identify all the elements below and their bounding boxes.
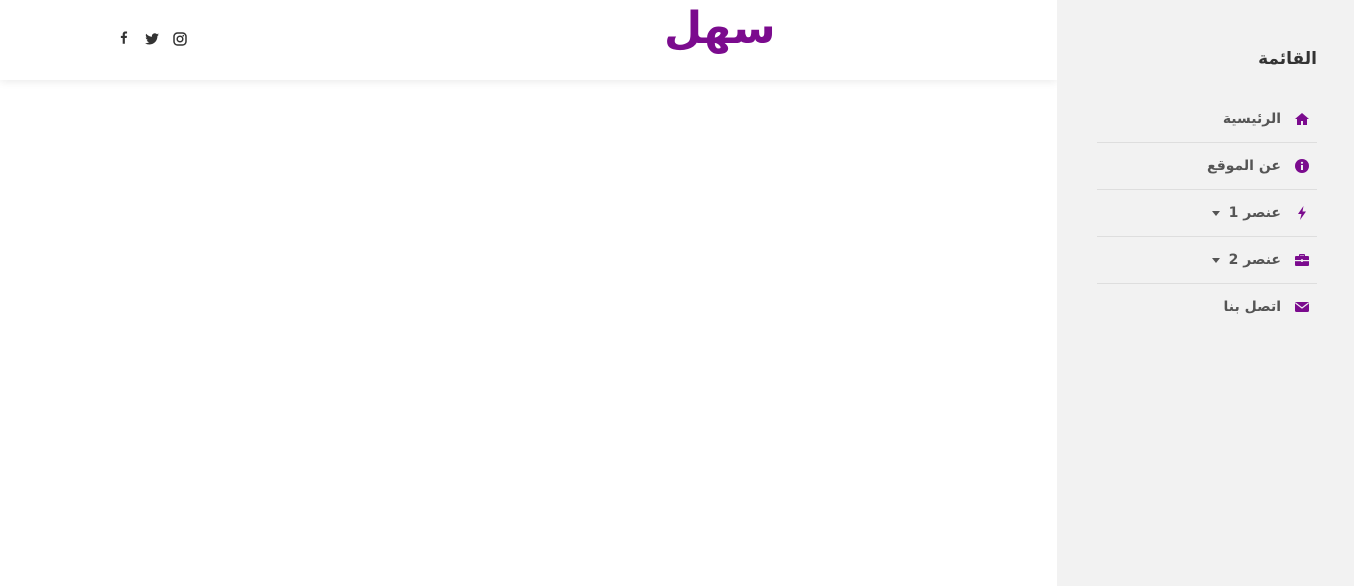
sidebar-item-element-2[interactable]: عنصر 2 [1097, 237, 1317, 284]
main-content: سهل [0, 0, 1057, 586]
top-header: سهل [0, 0, 1057, 80]
sidebar-item-home[interactable]: الرئيسية [1097, 96, 1317, 143]
sidebar-item-label: عنصر 1 [1228, 205, 1281, 221]
sidebar-item-label: الرئيسية [1222, 111, 1281, 127]
social-links [116, 31, 188, 47]
sidebar: القائمة الرئيسية عن الموقع عنصر 1 عنصر 2… [1057, 0, 1354, 586]
sidebar-item-label: عن الموقع [1207, 158, 1281, 174]
chevron-down-icon [1211, 257, 1220, 263]
facebook-icon[interactable] [116, 31, 132, 47]
site-logo[interactable]: سهل [664, 4, 778, 54]
chevron-down-icon [1211, 210, 1220, 216]
home-icon [1294, 111, 1310, 127]
sidebar-item-contact[interactable]: اتصل بنا [1097, 284, 1317, 330]
sidebar-title: القائمة [1258, 49, 1317, 69]
briefcase-icon [1294, 252, 1310, 268]
info-circle-icon [1294, 158, 1310, 174]
sidebar-item-about[interactable]: عن الموقع [1097, 143, 1317, 190]
bolt-icon [1294, 205, 1310, 221]
sidebar-item-label: اتصل بنا [1223, 299, 1281, 315]
envelope-icon [1294, 299, 1310, 315]
sidebar-item-element-1[interactable]: عنصر 1 [1097, 190, 1317, 237]
instagram-icon[interactable] [172, 31, 188, 47]
sidebar-item-label: عنصر 2 [1228, 252, 1281, 268]
sidebar-menu: الرئيسية عن الموقع عنصر 1 عنصر 2 اتصل بن… [1097, 96, 1317, 330]
twitter-icon[interactable] [144, 31, 160, 47]
